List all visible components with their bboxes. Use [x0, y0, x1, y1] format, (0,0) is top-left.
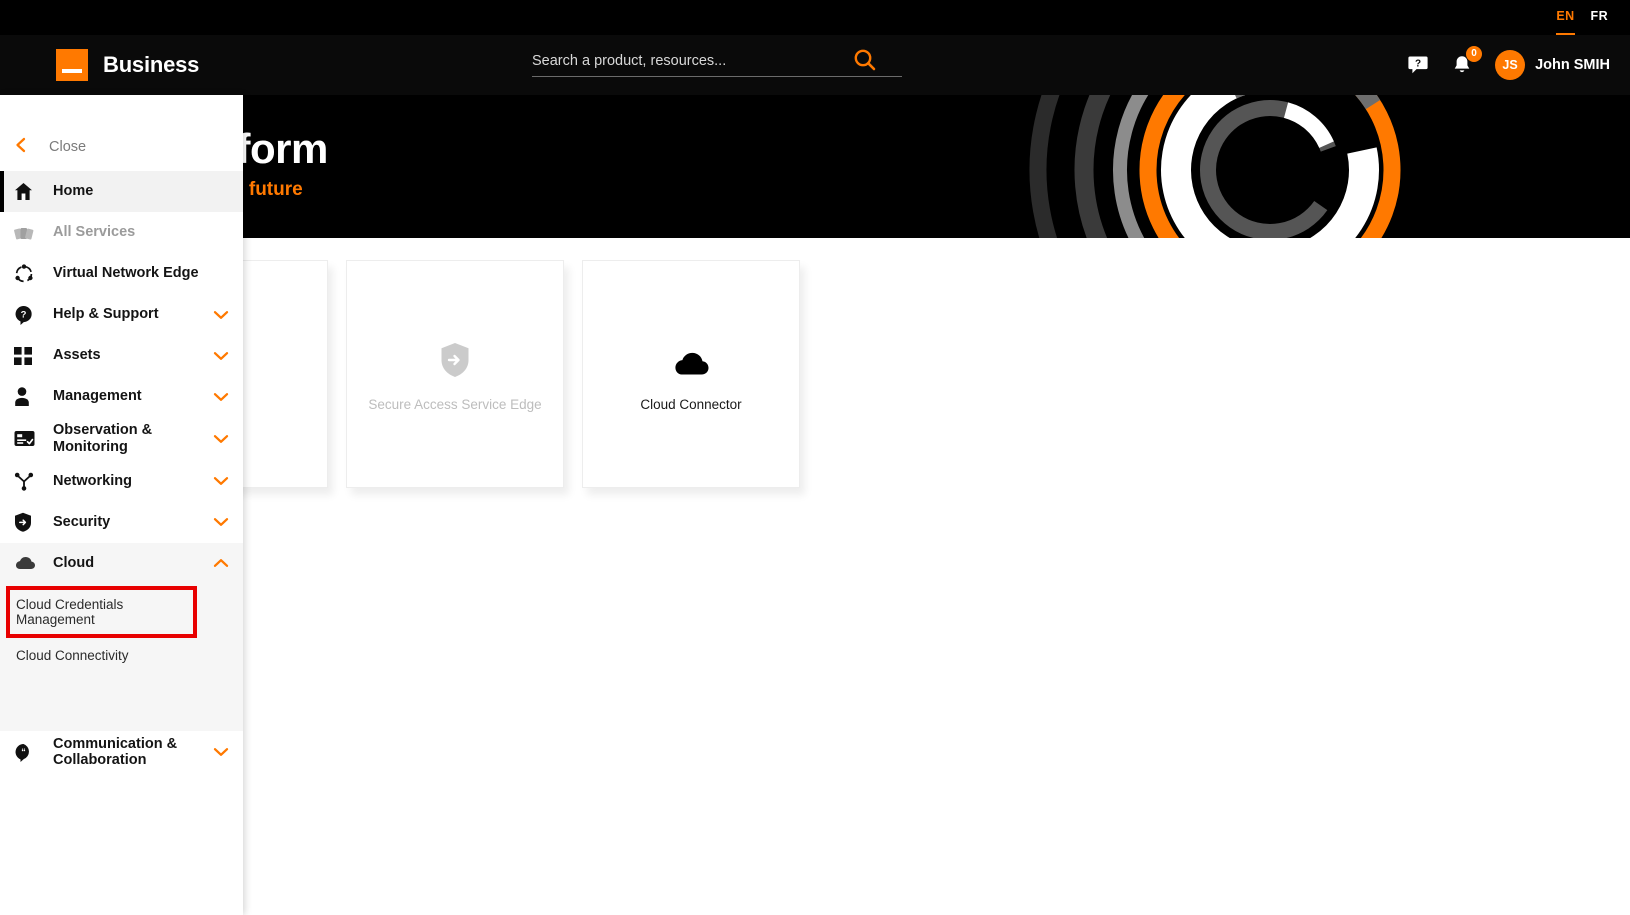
chat-quote-icon: “: [14, 743, 44, 762]
cloud-icon: [14, 555, 44, 571]
sidebar-group-cloud: Cloud Cloud Credentials Management Cloud…: [0, 542, 243, 731]
sidebar-item-security[interactable]: Security: [0, 502, 243, 543]
sidebar-item-help-support[interactable]: ? Help & Support: [0, 294, 243, 335]
sidebar-item-label: Communication & Collaboration: [53, 735, 178, 769]
card-label: Cloud Connector: [640, 396, 742, 412]
sidebar-item-label: Observation & Monitoring: [53, 422, 153, 455]
sidebar-item-label: Security: [53, 513, 111, 530]
header-actions: ? 0 JS John SMIH: [1407, 35, 1610, 95]
chevron-left-icon: [14, 137, 28, 158]
avatar: JS: [1495, 50, 1526, 80]
hero-banner: on Platform work, shape the future: [0, 95, 1630, 238]
monitor-chart-icon: [14, 430, 44, 447]
network-nodes-icon: [14, 263, 44, 284]
network-tree-icon: [14, 472, 44, 491]
cloud-submenu: Cloud Credentials Management Cloud Conne…: [0, 583, 243, 731]
services-cards-icon: [14, 224, 44, 242]
chevron-down-icon[interactable]: [213, 351, 229, 361]
sidebar-item-assets[interactable]: Assets: [0, 335, 243, 376]
svg-text:“: “: [21, 747, 26, 757]
submenu-item-cloud-credentials-management[interactable]: Cloud Credentials Management: [6, 585, 197, 638]
chevron-down-icon[interactable]: [213, 310, 229, 320]
chevron-down-icon[interactable]: [213, 392, 229, 402]
concentric-rings-graphic: [910, 95, 1511, 238]
help-speech-bubble-icon[interactable]: ?: [1407, 54, 1429, 76]
main-header: Business ? 0 JS John SMIH: [0, 35, 1630, 95]
chevron-up-icon[interactable]: [213, 558, 229, 568]
language-toggle-en[interactable]: EN: [1556, 9, 1575, 36]
sidebar-close-label: Close: [49, 139, 87, 155]
chevron-down-icon[interactable]: [213, 434, 229, 444]
sidebar-item-management[interactable]: Management: [0, 376, 243, 417]
search-underline: [532, 76, 902, 77]
home-icon: [14, 182, 44, 201]
card-secure-access-service-edge[interactable]: Secure Access Service Edge: [346, 260, 564, 488]
sidebar-item-label: Networking: [53, 472, 132, 489]
svg-text:?: ?: [1415, 59, 1421, 70]
submenu-item-label: Cloud Credentials Management: [16, 596, 124, 627]
notifications-bell-icon[interactable]: 0: [1451, 45, 1483, 77]
sidebar-item-home[interactable]: Home: [0, 171, 243, 212]
brand-logo-group[interactable]: Business: [56, 49, 199, 81]
sidebar-item-networking[interactable]: Networking: [0, 461, 243, 502]
search-container: [532, 49, 902, 77]
user-menu[interactable]: JS John SMIH: [1495, 50, 1610, 80]
sidebar-item-all-services[interactable]: All Services: [0, 212, 243, 253]
shield-arrow-icon: [438, 337, 472, 379]
sidebar-item-virtual-network-edge[interactable]: Virtual Network Edge: [0, 253, 243, 294]
chevron-down-icon[interactable]: [213, 476, 229, 486]
card-label: Secure Access Service Edge: [368, 396, 542, 412]
question-circle-icon: ?: [14, 305, 44, 325]
utility-bar: EN FR: [0, 0, 1630, 36]
shield-icon: [14, 512, 44, 532]
sidebar-item-label: Cloud: [53, 554, 95, 571]
brand-name: Business: [103, 52, 200, 77]
orange-square-logo-icon: [56, 49, 88, 81]
sidebar-close-button[interactable]: Close: [0, 123, 243, 171]
user-name: John SMIH: [1535, 57, 1610, 73]
svg-text:?: ?: [21, 309, 27, 320]
chevron-down-icon[interactable]: [213, 517, 229, 527]
notification-count-badge: 0: [1466, 45, 1483, 62]
sidebar-item-label: All Services: [53, 224, 136, 241]
submenu-item-label: Cloud Connectivity: [16, 647, 129, 663]
chevron-down-icon[interactable]: [213, 747, 229, 757]
sidebar-item-label: Home: [53, 183, 94, 200]
person-icon: [14, 387, 44, 406]
cloud-icon: [671, 337, 711, 379]
search-icon[interactable]: [852, 47, 878, 73]
search-input[interactable]: [532, 49, 862, 77]
sidebar-item-label: Help & Support: [53, 306, 159, 323]
sidebar-item-label: Management: [53, 388, 142, 405]
card-cloud-connector[interactable]: Cloud Connector: [582, 260, 800, 488]
sidebar-item-communication-collaboration[interactable]: “ Communication & Collaboration: [0, 731, 243, 775]
sidebar-item-cloud[interactable]: Cloud: [0, 542, 243, 584]
navigation-sidebar: Close Home All Services Virtual Network …: [0, 95, 243, 915]
sidebar-item-label: Virtual Network Edge: [53, 265, 199, 282]
sidebar-item-label: Assets: [53, 347, 101, 364]
sidebar-item-observation-monitoring[interactable]: Observation & Monitoring: [0, 417, 243, 461]
grid-squares-icon: [14, 346, 44, 365]
language-toggle-fr[interactable]: FR: [1591, 9, 1608, 26]
submenu-item-cloud-connectivity[interactable]: Cloud Connectivity: [0, 638, 243, 673]
